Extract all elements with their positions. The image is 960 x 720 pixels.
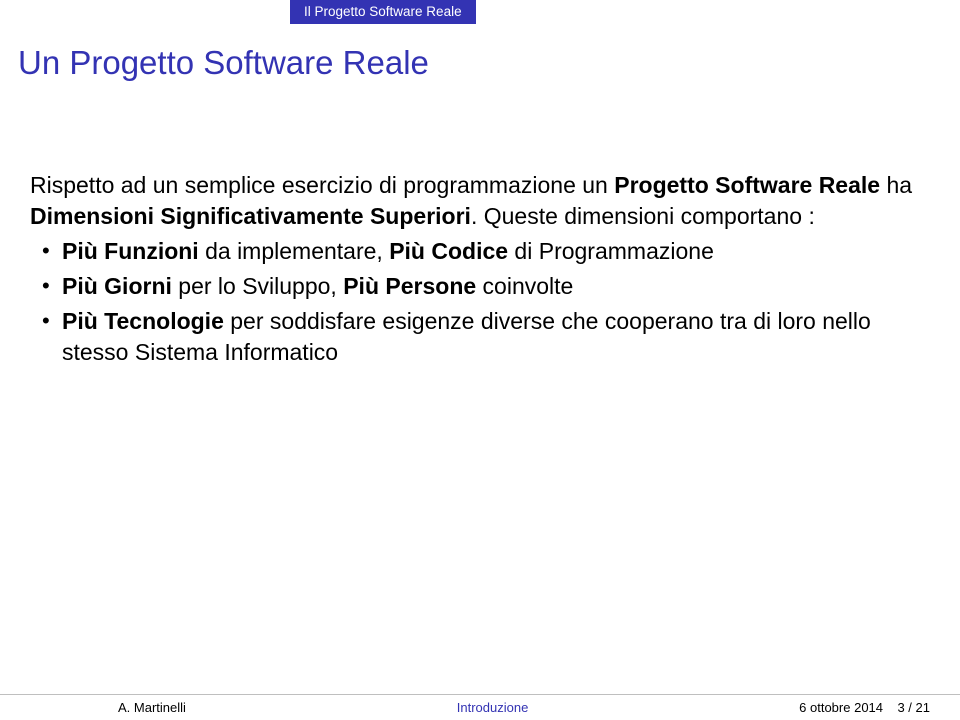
section-tab: Il Progetto Software Reale [290, 0, 476, 24]
bullet-text-a: per lo Sviluppo, [172, 273, 343, 299]
footer-author: A. Martinelli [8, 700, 186, 715]
bullet-text-a: da implementare, [199, 238, 389, 264]
intro-paragraph: Rispetto ad un semplice esercizio di pro… [30, 170, 930, 232]
bullet-bold-a: Più Tecnologie [62, 308, 224, 334]
bullet-list: Più Funzioni da implementare, Più Codice… [30, 236, 930, 368]
slide-title: Un Progetto Software Reale [18, 44, 429, 82]
intro-bold-2: Dimensioni Significativamente Superiori [30, 203, 471, 229]
bullet-bold-a: Più Funzioni [62, 238, 199, 264]
footer-center: Introduzione [186, 700, 799, 715]
list-item: Più Funzioni da implementare, Più Codice… [30, 236, 930, 267]
intro-text-2: ha [880, 172, 912, 198]
bullet-text-b: coinvolte [476, 273, 573, 299]
bullet-text-b: di Programmazione [508, 238, 714, 264]
slide-content: Rispetto ad un semplice esercizio di pro… [30, 170, 930, 368]
bullet-bold-b: Più Persone [343, 273, 476, 299]
list-item: Più Giorni per lo Sviluppo, Più Persone … [30, 271, 930, 302]
footer-right: 6 ottobre 2014 3 / 21 [799, 700, 952, 715]
intro-bold-1: Progetto Software Reale [614, 172, 880, 198]
footer-page: 3 / 21 [897, 700, 930, 715]
footer-link[interactable]: Introduzione [457, 700, 529, 715]
bullet-bold-b: Più Codice [389, 238, 508, 264]
intro-text-1: Rispetto ad un semplice esercizio di pro… [30, 172, 614, 198]
footer-date: 6 ottobre 2014 [799, 700, 883, 715]
intro-text-3: . Queste dimensioni comportano : [471, 203, 815, 229]
list-item: Più Tecnologie per soddisfare esigenze d… [30, 306, 930, 368]
bullet-bold-a: Più Giorni [62, 273, 172, 299]
footer: A. Martinelli Introduzione 6 ottobre 201… [0, 694, 960, 720]
